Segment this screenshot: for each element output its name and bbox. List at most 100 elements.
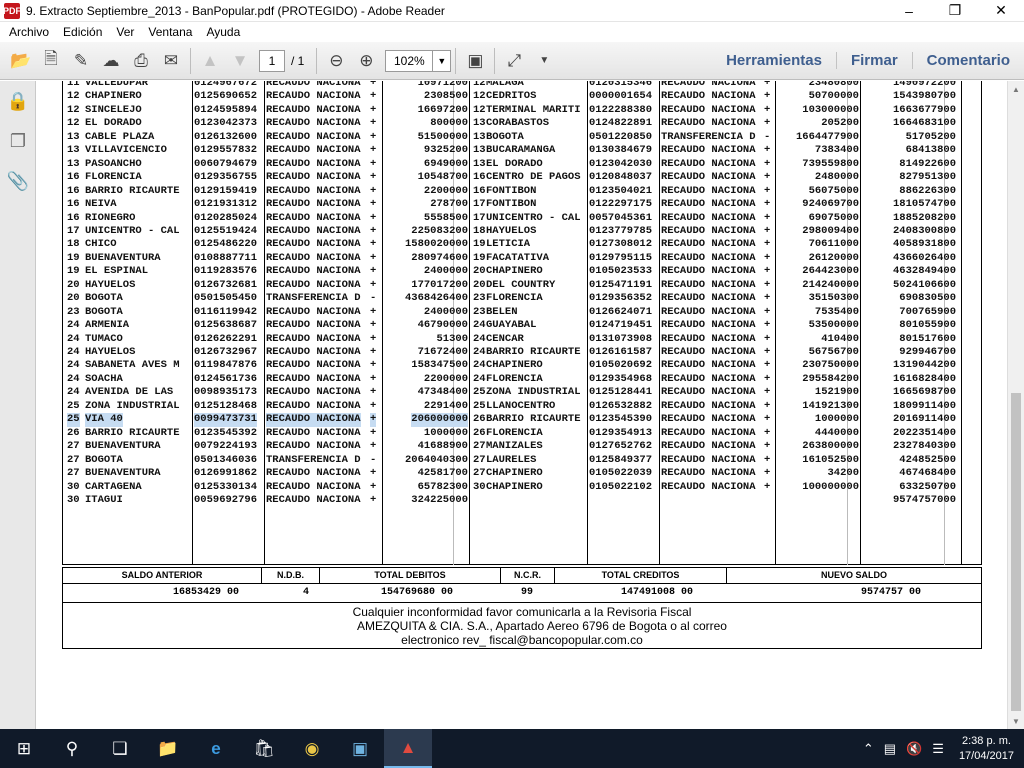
menu-archivo[interactable]: Archivo	[2, 25, 56, 39]
table-cell: +	[370, 440, 377, 453]
open-folder-icon[interactable]: 📂	[6, 46, 36, 76]
photos-icon[interactable]: ▣	[336, 729, 384, 768]
table-cell: 205200	[821, 117, 859, 130]
restore-icon[interactable]: ❐	[932, 0, 978, 22]
lock-icon[interactable]: 🔒	[0, 81, 36, 121]
table-cell: 0127308012	[589, 238, 653, 251]
table-cell: 0105023533	[589, 265, 653, 278]
table-cell: +	[764, 426, 771, 439]
menu-edicion[interactable]: Edición	[56, 25, 109, 39]
zoom-in-icon[interactable]: ⊕	[351, 46, 381, 76]
zoom-input[interactable]	[386, 50, 433, 71]
store-icon[interactable]: 🛍	[240, 729, 288, 768]
table-cell: RECAUDO NACIONA	[661, 467, 756, 480]
table-cell: SINCELEJO	[85, 103, 142, 116]
tab-firmar[interactable]: Firmar	[835, 52, 912, 69]
upload-cloud-icon[interactable]: ☁	[96, 46, 126, 76]
table-cell: +	[764, 103, 771, 116]
network-icon[interactable]: ▤	[879, 741, 901, 757]
create-pdf-icon[interactable]: 🗎	[36, 46, 66, 76]
table-cell: 0126161587	[589, 346, 653, 358]
clock[interactable]: 2:38 p. m. 17/04/2017	[949, 734, 1024, 764]
document-view[interactable]: 11 VALLEDUPAR 0124967672 RECAUDO NACIONA +10…	[37, 81, 1007, 729]
table-cell: CARTAGENA	[85, 480, 142, 493]
table-cell: +	[764, 171, 771, 184]
table-row: 16 RIONEGRO 0120285024 RECAUDO NACIONA +5558…	[37, 212, 1007, 225]
table-cell: 0123042030	[589, 157, 653, 170]
table-cell: 0131073908	[589, 332, 653, 345]
fit-page-icon[interactable]: ▣	[460, 46, 490, 76]
table-cell: MANIZALES	[486, 440, 543, 453]
zoom-select[interactable]: ▼	[385, 49, 452, 72]
table-cell: 41688900	[417, 440, 468, 453]
minimize-icon[interactable]: –	[886, 0, 932, 22]
table-cell: 5024106600	[892, 278, 956, 291]
chevron-up-icon[interactable]: ⌃	[858, 741, 879, 757]
adobe-reader-taskbar-icon[interactable]: ▲	[384, 729, 432, 768]
notifications-icon[interactable]: ☰	[927, 741, 949, 757]
vertical-scrollbar[interactable]: ▲ ▼	[1007, 81, 1024, 729]
attachment-icon[interactable]: 📎	[0, 161, 36, 201]
table-cell: 1543980700	[892, 90, 956, 103]
page-total-label: / 1	[291, 53, 305, 68]
table-cell: AVENIDA DE LAS	[85, 386, 174, 399]
scroll-up-icon[interactable]: ▲	[1008, 81, 1024, 97]
table-cell: RECAUDO NACIONA	[661, 251, 756, 264]
table-row: 12 CHAPINERO 0125690652 RECAUDO NACIONA +230…	[37, 90, 1007, 103]
tab-comentario[interactable]: Comentario	[911, 52, 1024, 69]
table-cell: 2480000	[814, 171, 859, 184]
table-cell: 424852500	[899, 453, 956, 466]
table-cell: +	[764, 386, 771, 399]
table-cell: RECAUDO NACIONA	[661, 265, 756, 278]
table-cell: RECAUDO NACIONA	[266, 265, 361, 278]
system-tray: ⌃ ▤ 🔇 ☰ 2:38 p. m. 17/04/2017	[858, 729, 1024, 768]
menu-ayuda[interactable]: Ayuda	[199, 25, 247, 39]
table-cell: 23	[473, 292, 486, 305]
table-cell: 27	[67, 467, 80, 480]
scroll-down-icon[interactable]: ▼	[1008, 713, 1024, 729]
table-cell: 4058931800	[892, 238, 956, 251]
print-icon[interactable]: ⎙	[126, 46, 156, 76]
fullscreen-icon[interactable]: ⤢	[499, 46, 529, 76]
customize-toolbar-icon[interactable]: ▼	[529, 46, 559, 76]
tab-herramientas[interactable]: Herramientas	[712, 52, 836, 69]
table-cell: ZONA INDUSTRIAL	[486, 386, 581, 399]
close-icon[interactable]: ✕	[978, 0, 1024, 22]
table-cell: BOGOTA	[486, 130, 524, 143]
table-cell: 214240000	[802, 278, 859, 291]
table-cell: 56756700	[808, 346, 859, 358]
table-cell: 225083200	[411, 224, 468, 237]
table-cell: 26120000	[808, 251, 859, 264]
volume-muted-icon[interactable]: 🔇	[901, 741, 927, 757]
previous-page-icon[interactable]: ▲	[195, 46, 225, 76]
table-cell: 51705200	[905, 130, 956, 143]
table-cell: RECAUDO NACIONA	[266, 359, 361, 372]
table-cell: 26	[473, 426, 486, 439]
edge-browser-icon[interactable]: e	[192, 729, 240, 768]
file-explorer-icon[interactable]: 📁	[144, 729, 192, 768]
email-icon[interactable]: ✉	[156, 46, 186, 76]
search-icon[interactable]: ⚲	[48, 729, 96, 768]
windows-start-icon[interactable]: ⊞	[0, 729, 48, 768]
chrome-icon[interactable]: ◉	[288, 729, 336, 768]
table-cell: 71672400	[417, 346, 468, 358]
table-cell: 1664683100	[892, 117, 956, 130]
table-cell: +	[370, 81, 377, 89]
table-cell: 1000000	[423, 426, 468, 439]
table-cell: +	[764, 224, 771, 237]
task-view-icon[interactable]: ❏	[96, 729, 144, 768]
table-cell: 141921300	[802, 399, 859, 412]
menu-ver[interactable]: Ver	[109, 25, 141, 39]
pages-icon[interactable]: ❐	[0, 121, 36, 161]
menu-ventana[interactable]: Ventana	[141, 25, 199, 39]
navigation-pane: 🔒 ❐ 📎	[0, 81, 36, 729]
page-number-input[interactable]	[259, 49, 285, 72]
scroll-thumb[interactable]	[1011, 393, 1021, 711]
zoom-out-icon[interactable]: ⊖	[321, 46, 351, 76]
chevron-down-icon[interactable]: ▼	[432, 50, 450, 71]
next-page-icon[interactable]: ▼	[225, 46, 255, 76]
table-cell: 24	[67, 386, 80, 399]
table-cell: 0126624071	[589, 305, 653, 318]
table-cell: BARRIO RICAURTE	[85, 426, 180, 439]
edit-document-icon[interactable]: ✎	[66, 46, 96, 76]
